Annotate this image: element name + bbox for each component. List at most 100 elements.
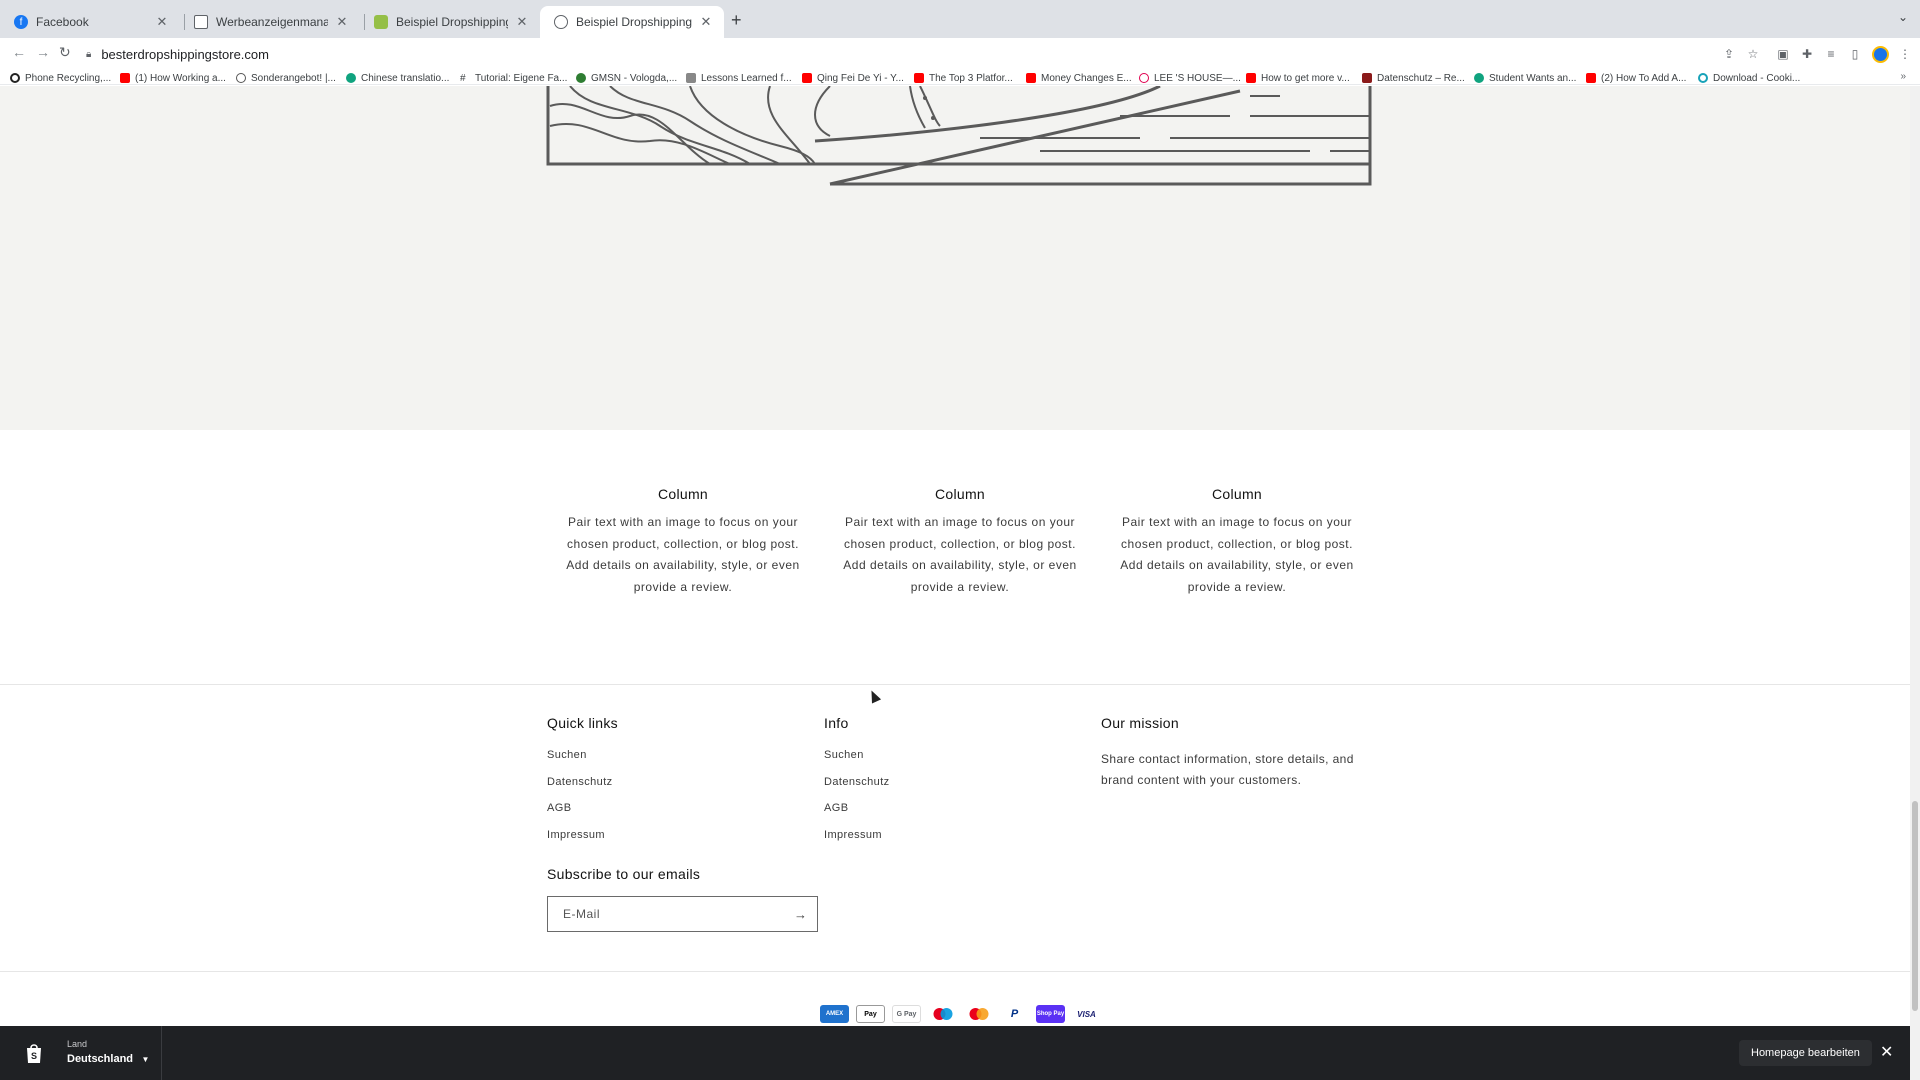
media-icon[interactable]: ≡ xyxy=(1824,47,1838,61)
close-icon[interactable]: ✕ xyxy=(334,14,350,30)
mastercard-icon xyxy=(964,1005,993,1023)
bookmark-item[interactable]: The Top 3 Platfor... xyxy=(914,71,1013,85)
column-heading: Column xyxy=(934,486,986,502)
subscribe-arrow-icon[interactable]: → xyxy=(794,907,807,922)
puzzle-icon[interactable]: ✚ xyxy=(1800,47,1814,61)
multicolumn-section: Column Pair text with an image to focus … xyxy=(0,430,1920,685)
footer-link-suchen[interactable]: Suchen xyxy=(824,749,890,776)
footer-quick-links: Quick links Suchen Datenschutz AGB Impre… xyxy=(547,715,618,855)
tab-title: Beispiel Dropshipping Store xyxy=(576,15,692,29)
placeholder-illustration xyxy=(546,86,1372,186)
site-footer: Quick links Suchen Datenschutz AGB Impre… xyxy=(0,686,1920,1080)
share-icon[interactable]: ⇪ xyxy=(1722,47,1736,61)
email-field[interactable] xyxy=(563,907,794,921)
visa-icon: VISA xyxy=(1072,1005,1101,1023)
page-viewport: Column Pair text with an image to focus … xyxy=(0,86,1920,1080)
footer-link-datenschutz[interactable]: Datenschutz xyxy=(824,776,890,803)
shopify-icon xyxy=(374,15,388,29)
column-heading: Column xyxy=(1211,486,1263,502)
tab-dropshipping-store[interactable]: Beispiel Dropshipping Store - T ✕ xyxy=(360,6,540,38)
bookmark-item[interactable]: Chinese translatio... xyxy=(346,71,449,85)
footer-link-impressum[interactable]: Impressum xyxy=(547,829,618,856)
multicolumn-column: Column Pair text with an image to focus … xyxy=(832,486,1088,598)
ads-manager-icon xyxy=(194,15,208,29)
bookmark-item[interactable]: (2) How To Add A... xyxy=(1586,71,1686,85)
tab-title: Facebook xyxy=(36,15,89,29)
multicolumn-column: Column Pair text with an image to focus … xyxy=(1109,486,1365,598)
tab-title: Werbeanzeigenmanager - Werb xyxy=(216,15,328,29)
back-icon[interactable]: ← xyxy=(12,44,26,60)
browser-tab-bar: f Facebook ✕ Werbeanzeigenmanager - Werb… xyxy=(0,0,1920,38)
scrollbar-thumb[interactable] xyxy=(1912,801,1918,1011)
tab-facebook[interactable]: f Facebook ✕ xyxy=(0,6,180,38)
footer-link-agb[interactable]: AGB xyxy=(547,802,618,829)
close-icon[interactable]: ✕ xyxy=(1880,1042,1893,1062)
menu-icon[interactable]: ⋮ xyxy=(1898,47,1912,61)
newsletter-heading: Subscribe to our emails xyxy=(547,866,701,882)
footer-link-datenschutz[interactable]: Datenschutz xyxy=(547,776,618,803)
address-bar[interactable]: 🔒︎ besterdropshippingstore.com xyxy=(86,42,1726,67)
lock-icon: 🔒︎ xyxy=(86,49,92,60)
bookmark-item[interactable]: Phone Recycling,... xyxy=(10,71,111,85)
svg-text:S: S xyxy=(31,1051,37,1061)
bookmark-item[interactable]: LEE 'S HOUSE—... xyxy=(1139,71,1241,85)
tab-dropshipping-store-active[interactable]: Beispiel Dropshipping Store ✕ xyxy=(540,6,724,38)
footer-link-impressum[interactable]: Impressum xyxy=(824,829,890,856)
footer-mission: Our mission Share contact information, s… xyxy=(1101,715,1371,791)
bookmark-item[interactable]: Datenschutz – Re... xyxy=(1362,71,1465,85)
column-text: Pair text with an image to focus on your… xyxy=(843,515,1077,594)
forward-icon[interactable]: → xyxy=(36,44,50,60)
bar-divider xyxy=(161,1026,162,1080)
reload-icon[interactable]: ↻ xyxy=(59,44,71,61)
bookmark-item[interactable]: Student Wants an... xyxy=(1474,71,1576,85)
newsletter-signup: Subscribe to our emails → xyxy=(547,866,818,932)
email-field-wrapper: → xyxy=(547,896,818,932)
shopify-preview-bar: S Land Deutschland ▼ Homepage bearbeiten… xyxy=(0,1026,1920,1080)
footer-heading: Quick links xyxy=(547,715,618,731)
footer-divider xyxy=(0,971,1920,972)
shop-pay-icon: Shop Pay xyxy=(1036,1005,1065,1023)
url-text: besterdropshippingstore.com xyxy=(101,47,269,62)
country-selector[interactable]: Land Deutschland ▼ xyxy=(67,1039,149,1067)
bookmarks-overflow-icon[interactable]: » xyxy=(1900,71,1906,82)
close-icon[interactable]: ✕ xyxy=(154,14,170,30)
footer-heading: Info xyxy=(824,715,849,731)
star-icon[interactable]: ☆ xyxy=(1746,47,1760,61)
bookmark-item[interactable]: Lessons Learned f... xyxy=(686,71,792,85)
column-heading: Column xyxy=(657,486,709,502)
bookmark-item[interactable]: GMSN - Vologda,... xyxy=(576,71,677,85)
footer-heading: Our mission xyxy=(1101,715,1179,731)
bookmarks-bar: Phone Recycling,... (1) How Working a...… xyxy=(0,71,1920,85)
close-icon[interactable]: ✕ xyxy=(698,14,714,30)
globe-icon xyxy=(554,15,568,29)
bookmark-item[interactable]: Qing Fei De Yi - Y... xyxy=(802,71,904,85)
caret-down-icon: ▼ xyxy=(141,1055,150,1064)
bookmark-item[interactable]: Money Changes E... xyxy=(1026,71,1132,85)
close-icon[interactable]: ✕ xyxy=(514,14,530,30)
country-value: Deutschland xyxy=(67,1053,134,1065)
bookmark-item[interactable]: How to get more v... xyxy=(1246,71,1350,85)
bookmark-item[interactable]: # Tutorial: Eigene Fa... xyxy=(460,71,567,85)
footer-link-suchen[interactable]: Suchen xyxy=(547,749,618,776)
country-label: Land xyxy=(67,1039,88,1049)
tab-werbeanzeigenmanager[interactable]: Werbeanzeigenmanager - Werb ✕ xyxy=(180,6,360,38)
new-tab-button[interactable]: + xyxy=(731,10,742,31)
page-scrollbar[interactable] xyxy=(1910,86,1920,1080)
amex-icon: AMEX xyxy=(820,1005,849,1023)
maestro-icon xyxy=(928,1005,957,1023)
tab-search-icon[interactable]: ⌄ xyxy=(1898,10,1908,24)
google-pay-icon: G Pay xyxy=(892,1005,921,1023)
bookmark-item[interactable]: Sonderangebot! |... xyxy=(236,71,336,85)
sidebar-icon[interactable]: ▯ xyxy=(1848,47,1862,61)
browser-toolbar: ← → ↻ 🔒︎ besterdropshippingstore.com ⇪ ☆… xyxy=(0,38,1920,71)
column-text: Pair text with an image to focus on your… xyxy=(1120,515,1354,594)
extension-icon[interactable]: ▣ xyxy=(1776,47,1790,61)
bookmark-item[interactable]: (1) How Working a... xyxy=(120,71,226,85)
shopify-bag-icon: S xyxy=(27,1044,41,1063)
edit-homepage-button[interactable]: Homepage bearbeiten xyxy=(1739,1040,1872,1066)
paypal-icon: P xyxy=(1000,1005,1029,1023)
profile-avatar[interactable] xyxy=(1872,46,1889,63)
tab-title: Beispiel Dropshipping Store - T xyxy=(396,15,508,29)
bookmark-item[interactable]: Download - Cooki... xyxy=(1698,71,1800,85)
footer-link-agb[interactable]: AGB xyxy=(824,802,890,829)
